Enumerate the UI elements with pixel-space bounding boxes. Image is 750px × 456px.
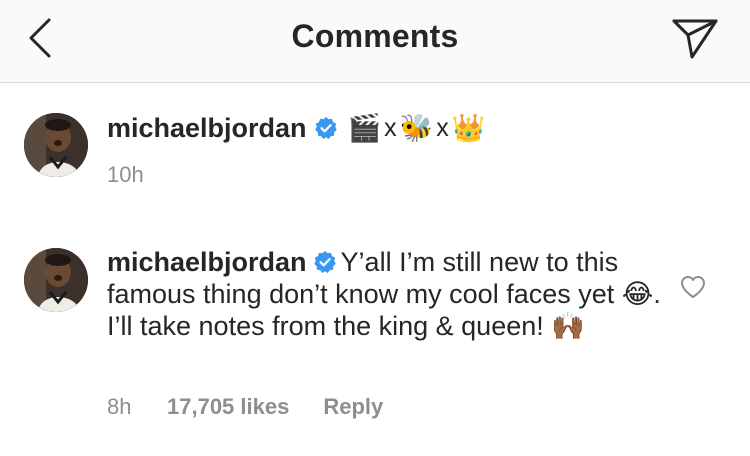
avatar-photo [24, 248, 88, 312]
avatar[interactable] [24, 248, 88, 312]
caption-line: michaelbjordan 🎬 x 🐝 x 👑 [107, 110, 707, 146]
page-title: Comments [291, 18, 459, 54]
comment-text: michaelbjordan Y’all I’m still new to th… [107, 246, 667, 342]
paper-plane-icon [672, 19, 718, 59]
avatar[interactable] [24, 113, 88, 177]
post-caption: michaelbjordan 🎬 x 🐝 x 👑 10h [0, 83, 750, 220]
like-button[interactable] [678, 272, 708, 302]
verified-badge-icon [313, 249, 337, 273]
likes-count[interactable]: 17,705 likes [167, 394, 289, 420]
reply-button[interactable]: Reply [323, 394, 383, 420]
separator-x: x [436, 113, 449, 142]
comments-screen: Comments michaelbjordan 🎬 x 🐝 x 👑 10h mi… [0, 0, 750, 456]
header-bar: Comments [0, 0, 750, 83]
share-button[interactable] [668, 12, 722, 66]
caption-content: michaelbjordan 🎬 x 🐝 x 👑 10h [107, 110, 707, 188]
comment-item: michaelbjordan Y’all I’m still new to th… [0, 219, 750, 456]
clapperboard-icon: 🎬 [347, 113, 382, 143]
heart-icon [681, 276, 705, 298]
raised-hands-emoji-icon: 🙌🏾 [551, 311, 585, 341]
separator-x: x [384, 113, 397, 142]
verified-badge-icon [314, 116, 338, 140]
username-link[interactable]: michaelbjordan [107, 247, 307, 277]
bee-icon: 🐝 [399, 113, 434, 143]
crown-icon: 👑 [451, 113, 486, 143]
caption-timestamp: 10h [107, 162, 144, 187]
avatar-photo [24, 113, 88, 177]
username-link[interactable]: michaelbjordan [107, 113, 307, 144]
comment-meta: 8h 17,705 likes Reply [107, 394, 383, 420]
comment-timestamp: 8h [107, 394, 132, 419]
laughing-emoji-icon: 😂 [621, 279, 654, 309]
caption-emojis: 🎬 x 🐝 x 👑 [348, 112, 486, 144]
